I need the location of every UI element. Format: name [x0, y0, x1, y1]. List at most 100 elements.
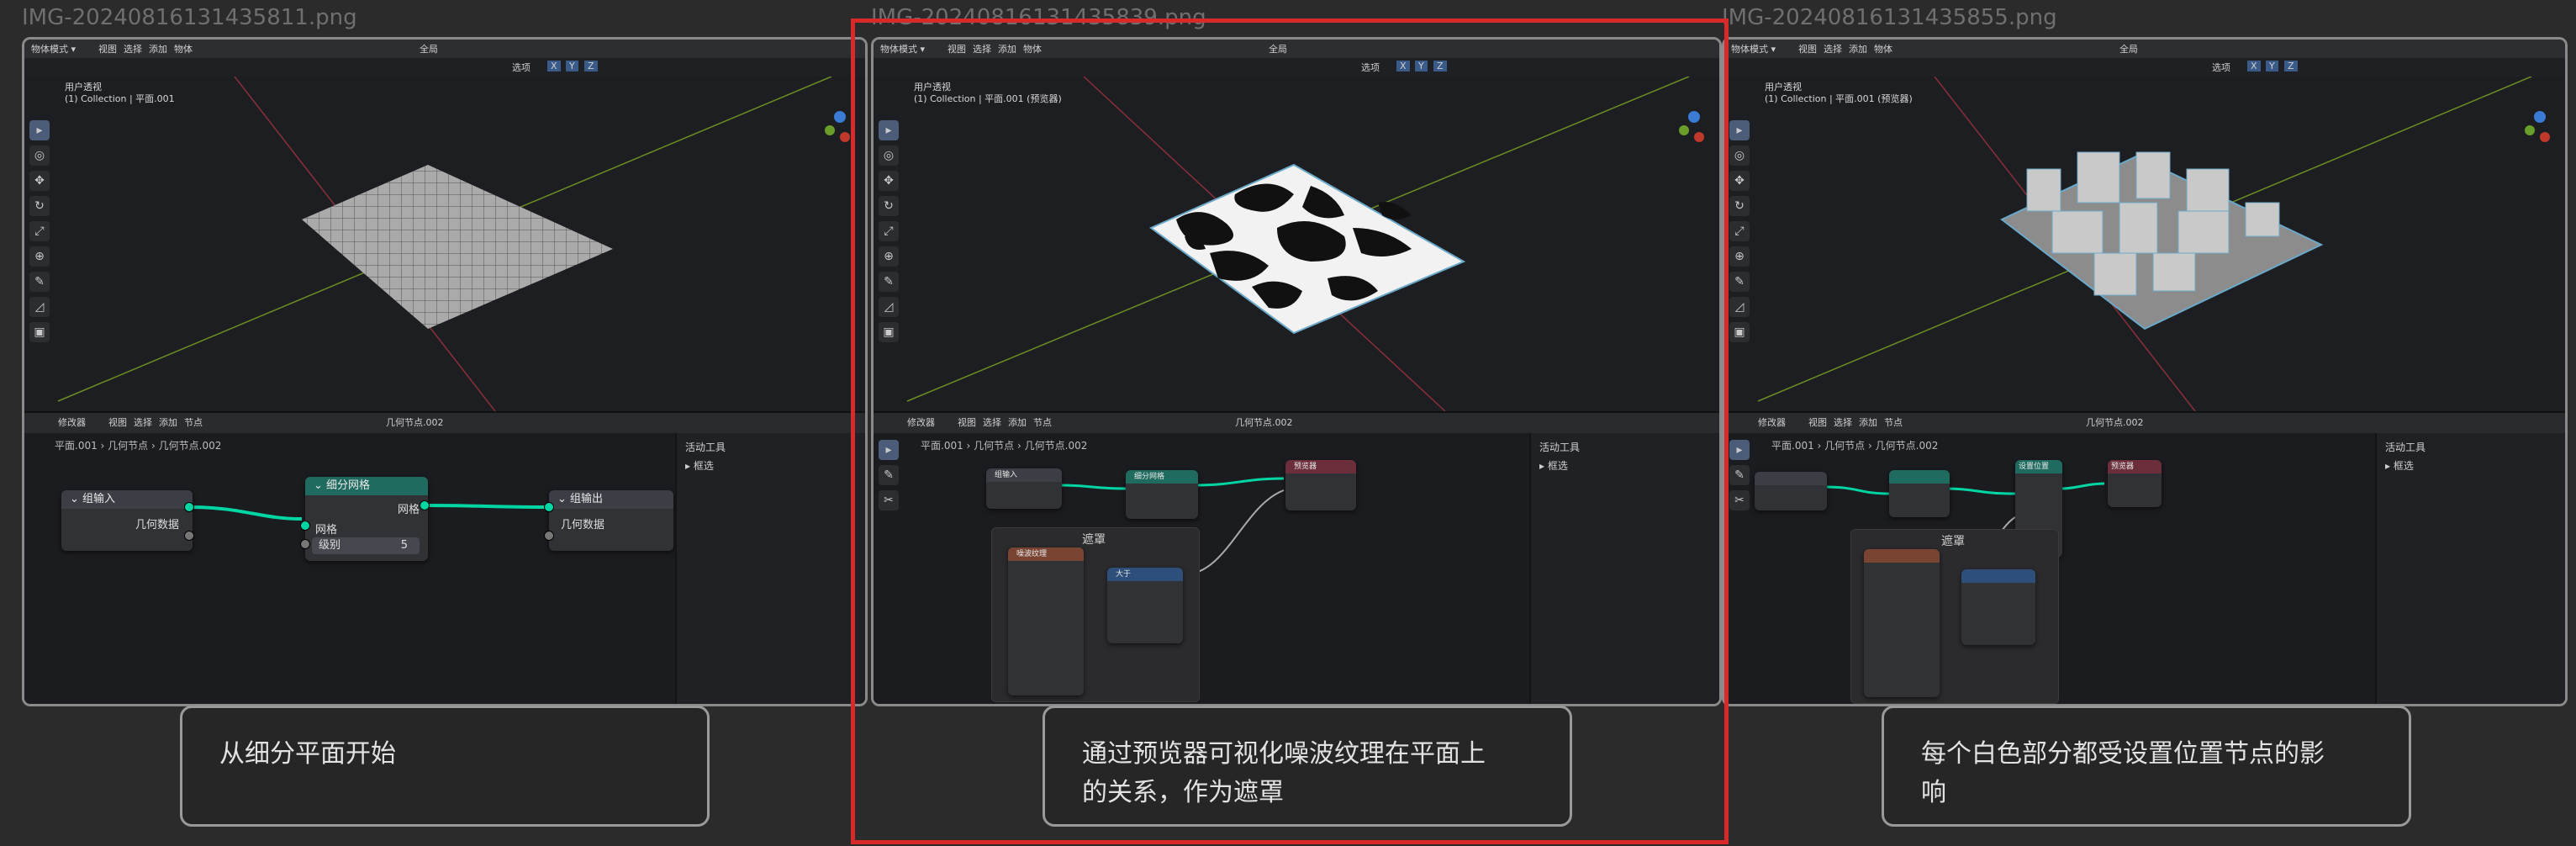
options-dropdown[interactable]: 选项: [512, 61, 531, 74]
axis-z[interactable]: Z: [1433, 61, 1447, 71]
3d-viewport[interactable]: 用户透视 (1) Collection | 平面.001 ▸ ◎ ✥ ↻ ⤢ ⊕…: [24, 77, 865, 411]
viewer-node[interactable]: 预览器: [2108, 460, 2162, 507]
group-input-node[interactable]: 组输入: [986, 468, 1062, 509]
axis-x[interactable]: X: [2247, 61, 2261, 71]
move-tool-icon[interactable]: ✥: [1729, 171, 1750, 191]
menu-select[interactable]: 选择: [124, 42, 142, 56]
gizmo-x[interactable]: [1694, 132, 1704, 142]
axis-x[interactable]: X: [1396, 61, 1410, 71]
menu-view[interactable]: 视图: [98, 42, 117, 56]
add-cube-tool-icon[interactable]: ▣: [1729, 322, 1750, 342]
axis-y[interactable]: Y: [1415, 61, 1428, 71]
add-cube-tool-icon[interactable]: ▣: [29, 322, 50, 342]
select-tool-icon[interactable]: ▸: [29, 120, 50, 140]
scale-tool-icon[interactable]: ⤢: [1729, 221, 1750, 241]
subdivide-level-field[interactable]: 级别 5: [312, 537, 420, 554]
noise-texture-node[interactable]: 噪波纹理: [1008, 547, 1084, 695]
sidebar-select-tool[interactable]: ▸ 框选: [2385, 458, 2414, 475]
gizmo-x[interactable]: [840, 132, 850, 142]
gizmo-y[interactable]: [1679, 125, 1689, 135]
blender-screenshot-1: 物体模式 ▾ 视图 选择 添加 物体 全局 选项 X Y Z 用户透视 (1) …: [22, 37, 868, 706]
gizmo-y[interactable]: [2525, 125, 2535, 135]
measure-tool-icon[interactable]: ◿: [1729, 297, 1750, 317]
annotate-tool-icon[interactable]: ✎: [879, 272, 899, 292]
node-editor[interactable]: 修改器 视图 选择 添加 节点 几何节点.002 ▸ ✎ ✂ 平面.001 › …: [874, 411, 1719, 704]
node-editor[interactable]: 修改器 视图 选择 添加 节点 几何节点.002 ▸ ✎ ✂ 平面.001 › …: [1724, 411, 2565, 704]
rotate-tool-icon[interactable]: ↻: [1729, 196, 1750, 216]
menu-view[interactable]: 视图: [948, 42, 966, 56]
group-input-empty-socket[interactable]: [184, 531, 194, 541]
node-editor[interactable]: 修改器 视图 选择 添加 节点 几何节点.002 平面.001 › 几何节点 ›…: [24, 411, 865, 704]
3d-viewport[interactable]: 用户透视 (1) Collection | 平面.001 (预览器) ▸ ◎ ✥…: [874, 77, 1719, 411]
options-dropdown[interactable]: 选项: [2212, 61, 2230, 74]
gizmo-y[interactable]: [825, 125, 835, 135]
viewer-node[interactable]: 预览器: [1285, 460, 1356, 510]
move-tool-icon[interactable]: ✥: [879, 171, 899, 191]
menu-view[interactable]: 视图: [1798, 42, 1817, 56]
gizmo-z[interactable]: [1688, 111, 1700, 123]
measure-tool-icon[interactable]: ◿: [879, 297, 899, 317]
toolbar: ▸ ◎ ✥ ↻ ⤢ ⊕ ✎ ◿ ▣: [879, 120, 904, 347]
transform-tool-icon[interactable]: ⊕: [879, 246, 899, 267]
menu-select[interactable]: 选择: [973, 42, 991, 56]
scale-tool-icon[interactable]: ⤢: [879, 221, 899, 241]
cursor-tool-icon[interactable]: ◎: [29, 145, 50, 166]
group-input-node[interactable]: [1755, 472, 1827, 510]
select-tool-icon[interactable]: ▸: [1729, 120, 1750, 140]
axis-z[interactable]: Z: [584, 61, 598, 71]
sidebar-select-tool[interactable]: ▸ 框选: [1539, 458, 1568, 475]
subdivide-mesh-out-socket[interactable]: [420, 500, 430, 510]
transform-global-dropdown[interactable]: 全局: [1269, 42, 1287, 56]
select-tool-icon[interactable]: ▸: [879, 120, 899, 140]
sidebar-select-tool[interactable]: ▸ 框选: [685, 458, 714, 475]
transform-tool-icon[interactable]: ⊕: [1729, 246, 1750, 267]
group-output-empty-socket[interactable]: [544, 531, 554, 541]
subdivide-level-socket[interactable]: [300, 539, 310, 549]
transform-global-dropdown[interactable]: 全局: [2119, 42, 2138, 56]
annotate-tool-icon[interactable]: ✎: [29, 272, 50, 292]
axis-z[interactable]: Z: [2284, 61, 2298, 71]
greater-than-node[interactable]: [1961, 569, 2035, 645]
subdivide-mesh-node[interactable]: 细分网格: [1126, 470, 1198, 519]
cursor-tool-icon[interactable]: ◎: [1729, 145, 1750, 166]
subdivide-mesh-in-socket[interactable]: [300, 521, 310, 531]
rotate-tool-icon[interactable]: ↻: [29, 196, 50, 216]
move-tool-icon[interactable]: ✥: [29, 171, 50, 191]
gizmo-x[interactable]: [2540, 132, 2550, 142]
subdivided-plane[interactable]: [302, 165, 613, 329]
axis-y[interactable]: Y: [2266, 61, 2278, 71]
greater-than-node[interactable]: 大于: [1107, 568, 1183, 643]
group-input-node[interactable]: ⌄ 组输入 几何数据: [61, 490, 193, 551]
axis-y[interactable]: Y: [566, 61, 578, 71]
annotate-tool-icon[interactable]: ✎: [1729, 272, 1750, 292]
group-input-geometry-socket[interactable]: [184, 502, 194, 512]
subdivide-mesh-node[interactable]: [1889, 470, 1950, 517]
rotate-tool-icon[interactable]: ↻: [879, 196, 899, 216]
subdivide-in-label: 网格: [315, 524, 338, 537]
transform-tool-icon[interactable]: ⊕: [29, 246, 50, 267]
scale-tool-icon[interactable]: ⤢: [29, 221, 50, 241]
cursor-tool-icon[interactable]: ◎: [879, 145, 899, 166]
mode-dropdown[interactable]: 物体模式 ▾: [31, 42, 76, 56]
measure-tool-icon[interactable]: ◿: [29, 297, 50, 317]
gizmo-z[interactable]: [2534, 111, 2546, 123]
menu-object[interactable]: 物体: [1023, 42, 1042, 56]
transform-global-dropdown[interactable]: 全局: [420, 42, 438, 56]
menu-object[interactable]: 物体: [174, 42, 193, 56]
add-cube-tool-icon[interactable]: ▣: [879, 322, 899, 342]
options-dropdown[interactable]: 选项: [1361, 61, 1380, 74]
gizmo-z[interactable]: [834, 111, 846, 123]
3d-viewport[interactable]: 用户透视 (1) Collection | 平面.001 (预览器) ▸ ◎ ✥…: [1724, 77, 2565, 411]
mode-dropdown[interactable]: 物体模式 ▾: [1731, 42, 1776, 56]
axis-x[interactable]: X: [547, 61, 561, 71]
mode-dropdown[interactable]: 物体模式 ▾: [880, 42, 925, 56]
noise-texture-node[interactable]: [1864, 549, 1940, 697]
subdivide-mesh-node[interactable]: ⌄ 细分网格 网格 网格 级别 5: [305, 477, 428, 561]
menu-add[interactable]: 添加: [1849, 42, 1867, 56]
menu-add[interactable]: 添加: [149, 42, 167, 56]
menu-object[interactable]: 物体: [1874, 42, 1892, 56]
group-output-node[interactable]: ⌄ 组输出 几何数据: [549, 490, 673, 551]
menu-select[interactable]: 选择: [1824, 42, 1842, 56]
menu-add[interactable]: 添加: [998, 42, 1016, 56]
group-output-geometry-socket[interactable]: [544, 502, 554, 512]
